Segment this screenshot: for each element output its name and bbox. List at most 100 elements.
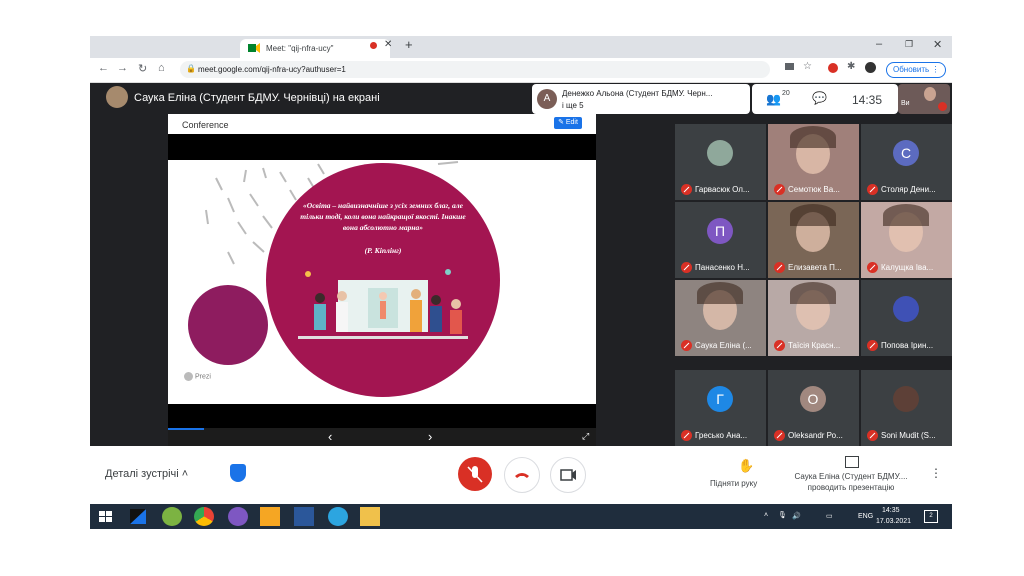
camera-icon[interactable]	[785, 63, 794, 70]
mic-button[interactable]	[458, 457, 492, 491]
conference-label: Conference	[182, 120, 229, 130]
close-tab-icon[interactable]: ✕	[384, 39, 392, 50]
word-icon[interactable]	[294, 507, 314, 526]
slide-quote: «Освіта – найвизначніше з усіх земних бл…	[300, 201, 466, 232]
mic-off-icon	[774, 340, 785, 351]
participant-tile[interactable]: Г Гресько Ана...	[675, 370, 766, 446]
app-icon[interactable]	[128, 507, 148, 526]
presenting-line-2: проводить презентацію	[807, 483, 895, 492]
avatar	[893, 296, 919, 322]
self-view[interactable]: Ви	[898, 84, 950, 114]
lock-icon: 🔒	[186, 64, 196, 73]
reload-icon[interactable]: ↻	[138, 62, 147, 75]
presentation-area: Conference ✎ Edit «Освіта – найвизначніш…	[168, 114, 596, 446]
participant-name: Oleksandr Ро...	[788, 431, 843, 440]
avatar	[893, 386, 919, 412]
chat-icon[interactable]: 💬	[812, 91, 827, 105]
meet-icon	[248, 43, 260, 53]
url-text: meet.google.com/qij-nfra-ucy?authuser=1	[198, 65, 346, 74]
fullscreen-icon[interactable]: ⤢	[582, 431, 589, 442]
meeting-time: 14:35	[852, 93, 883, 107]
home-icon[interactable]: ⌂	[158, 62, 165, 74]
shield-icon[interactable]	[230, 464, 246, 482]
avatar: O	[800, 386, 826, 412]
back-icon[interactable]: ←	[98, 62, 109, 74]
chrome-icon[interactable]	[194, 507, 214, 526]
participant-name: Гресько Ана...	[695, 431, 748, 440]
avatar: Г	[707, 386, 733, 412]
participant-tile[interactable]: Елизавета П...	[768, 202, 859, 278]
hang-up-button[interactable]	[504, 457, 540, 493]
extensions-icon[interactable]: ✱	[847, 61, 855, 72]
url-field[interactable]: 🔒 meet.google.com/qij-nfra-ucy?authuser=…	[180, 61, 770, 78]
presenting-status[interactable]: Саука Еліна (Студент БДМУ.... проводить …	[788, 471, 914, 493]
chevron-up-icon: ˄	[181, 468, 189, 480]
profile-icon[interactable]	[865, 62, 876, 73]
self-label: Ви	[901, 100, 910, 107]
participant-name: Панасенко Н...	[695, 263, 750, 272]
participant-hair	[790, 282, 836, 304]
slide: «Освіта – найвизначніше з усіх земних бл…	[168, 160, 596, 404]
prezi-logo: Prezi	[184, 372, 211, 381]
avatar: А	[537, 89, 557, 109]
new-tab-icon[interactable]: +	[405, 37, 413, 52]
update-button[interactable]: Обновить ⋮	[886, 62, 947, 78]
meeting-details-button[interactable]: Деталі зустрічі ˄	[105, 468, 188, 480]
participant-tile[interactable]: С Столяр Дени...	[861, 124, 952, 200]
restore-icon[interactable]: ❐	[905, 39, 913, 50]
camera-button[interactable]	[550, 457, 586, 493]
presenting-line-1: Саука Еліна (Студент БДМУ....	[794, 472, 908, 481]
participant-tile[interactable]: Калущка Іва...	[861, 202, 952, 278]
tab-bar: Meet: "qij-nfra-ucy" ✕ + – ❐ ✕	[90, 36, 952, 58]
present-icon[interactable]	[845, 456, 859, 468]
notification-icon[interactable]: 2	[924, 510, 938, 523]
hand-icon[interactable]: ✋	[738, 458, 754, 474]
chevron-up-icon[interactable]: ˄	[764, 512, 768, 519]
participant-tile[interactable]: Семотюк Ва...	[768, 124, 859, 200]
participant-tile[interactable]: O Oleksandr Ро...	[768, 370, 859, 446]
app-icon[interactable]	[260, 507, 280, 526]
minimize-icon[interactable]: –	[876, 38, 882, 50]
edit-label: Edit	[565, 119, 578, 126]
more-options-icon[interactable]: ⋮	[930, 466, 942, 480]
mic-icon[interactable]: 🎙	[778, 511, 787, 519]
forward-icon[interactable]: →	[117, 62, 128, 74]
telegram-icon[interactable]	[328, 507, 348, 526]
participant-name: Столяр Дени...	[881, 185, 936, 194]
opera-icon[interactable]	[828, 63, 838, 73]
language-indicator[interactable]: ENG	[858, 513, 873, 520]
participant-name: Гарвасюк Ол...	[695, 185, 750, 194]
star-icon[interactable]: ☆	[803, 61, 812, 72]
mic-off-icon	[467, 466, 483, 483]
participant-tile[interactable]: П Панасенко Н...	[675, 202, 766, 278]
prev-button[interactable]: ‹	[328, 429, 332, 444]
update-label: Обновить	[893, 65, 930, 74]
participant-tile[interactable]: Попова Ірин...	[861, 280, 952, 356]
mic-off-icon	[867, 340, 878, 351]
next-button[interactable]: ›	[428, 429, 432, 444]
participant-tile[interactable]: Soni Mudit (S...	[861, 370, 952, 446]
participant-tile[interactable]: Гарвасюк Ол...	[675, 124, 766, 200]
self-face	[924, 87, 936, 101]
volume-icon[interactable]: 🔊	[792, 512, 801, 520]
participant-tile[interactable]: Саука Еліна (...	[675, 280, 766, 356]
viber-icon[interactable]	[228, 507, 248, 526]
browser-tab[interactable]: Meet: "qij-nfra-ucy"	[240, 39, 390, 58]
network-icon[interactable]: ▭	[826, 512, 833, 520]
clock-time: 14:35	[882, 507, 900, 514]
medical-team-illustration	[298, 269, 468, 339]
folder-icon[interactable]	[360, 507, 380, 526]
mic-off-icon	[867, 262, 878, 273]
close-window-icon[interactable]: ✕	[933, 38, 942, 51]
meet-header: Саука Еліна (Студент БДМУ. Чернівці) на …	[90, 82, 952, 118]
edit-button[interactable]: ✎ Edit	[554, 117, 582, 129]
active-speaker-pill: А Денежко Альона (Студент БДМУ. Черн... …	[532, 84, 750, 114]
app-icon[interactable]	[162, 507, 182, 526]
windows-icon[interactable]	[96, 507, 116, 526]
people-icon[interactable]: 👥	[766, 92, 781, 106]
prezi-controls: ‹ › ⤢	[168, 428, 596, 446]
participant-tile[interactable]: Таїсія Красн...	[768, 280, 859, 356]
mic-off-icon	[681, 184, 692, 195]
mic-off-icon	[938, 102, 947, 111]
taskbar: ˄ 🎙 🔊 ▭ ENG 14:35 17.03.2021 2	[90, 504, 952, 529]
